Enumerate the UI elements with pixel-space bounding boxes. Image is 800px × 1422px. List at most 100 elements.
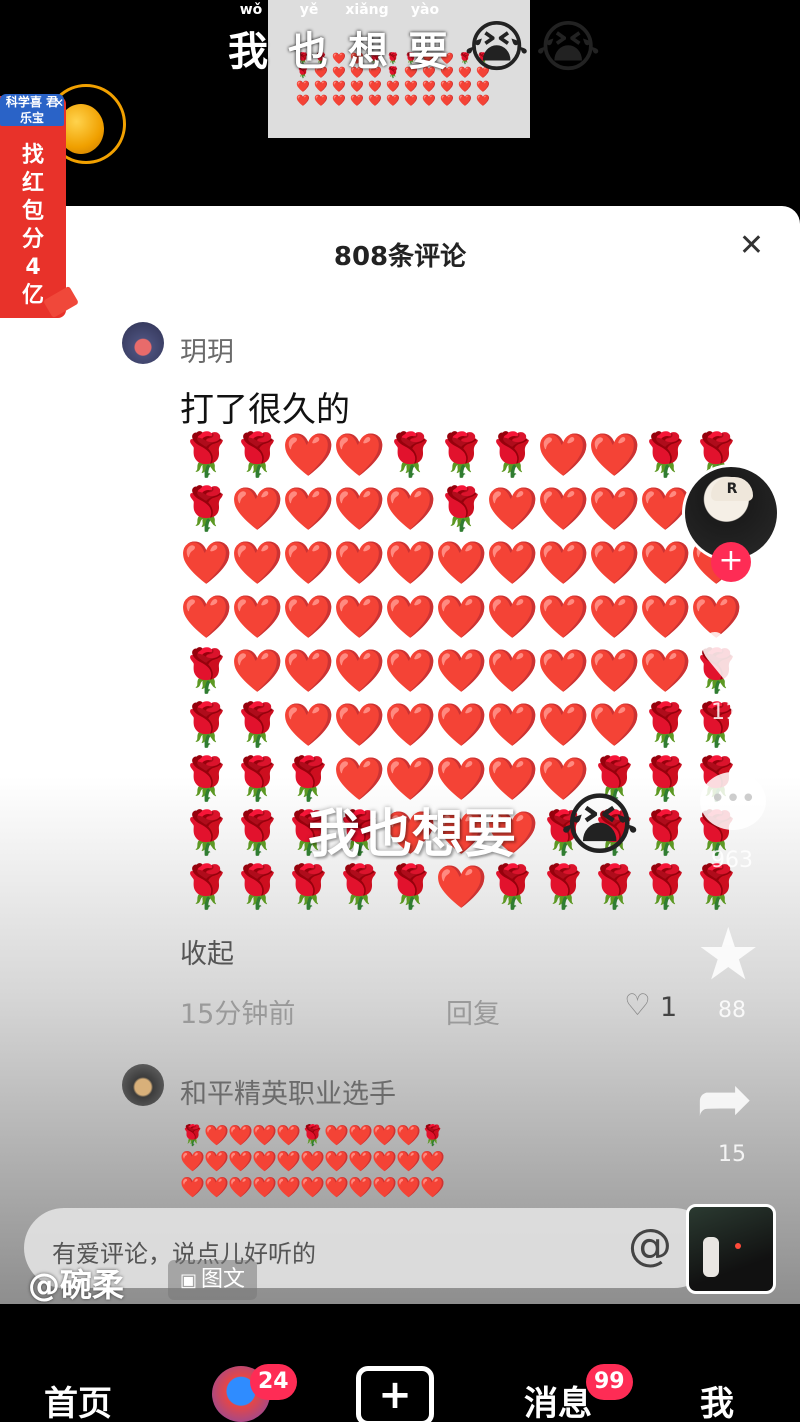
messages-badge: 99 [586,1364,633,1400]
red-packet-promo[interactable]: 科学喜 君乐宝 ✕ 找红包分4亿 [0,94,66,318]
heart-emoji: ❤️ [282,484,335,533]
rose-emoji: 🌹 [384,430,437,479]
heart-emoji: ❤️ [639,538,692,587]
heart-emoji: ❤️ [486,592,539,641]
rose-emoji: 🌹 [435,484,488,533]
heart-emoji: ❤️ [384,700,437,749]
rose-emoji: 🌹 [180,1123,205,1147]
heart-emoji: ❤️ [296,94,310,107]
heart-emoji: ❤️ [296,80,310,93]
heart-emoji: ❤️ [252,1123,277,1147]
heart-outline-icon[interactable]: ♡ [624,988,651,1023]
heart-emoji: ❤️ [348,1175,373,1198]
video-caption: 我也想要 [308,805,517,865]
heart-emoji: ❤️ [588,592,641,641]
heart-emoji: ❤️ [332,80,346,93]
rose-emoji: 🌹 [384,862,437,911]
pinyin-char: yào [410,2,440,18]
title-char: 要 [408,28,448,75]
heart-emoji: ❤️ [458,94,472,107]
heart-emoji: ❤️ [386,80,400,93]
heart-emoji: ❤️ [314,94,328,107]
promo-close-icon[interactable]: ✕ [54,96,64,110]
person-figure [703,1237,719,1277]
rose-emoji: 🌹 [180,862,233,911]
heart-emoji: ❤️ [204,1123,229,1147]
rose-emoji: 🌹 [231,754,284,803]
rose-emoji: 🌹 [231,430,284,479]
heart-emoji: ❤️ [435,862,488,911]
comment-timestamp: 15分钟前 [180,999,296,1030]
heart-emoji: ❤️ [440,80,454,93]
heart-emoji: ❤️ [180,538,233,587]
avatar[interactable] [122,1064,164,1106]
image-picker-thumbnail[interactable] [686,1204,776,1294]
heart-emoji: ❤️ [231,592,284,641]
heart-emoji: ❤️ [282,700,335,749]
close-icon[interactable]: ✕ [739,228,764,263]
heart-emoji: ❤️ [276,1149,301,1173]
comment-input[interactable]: 有爱评论，说点儿好听的 @ [24,1208,714,1288]
heart-emoji: ❤️ [252,1175,277,1198]
bottom-nav: 首页 24 + 消息 99 我 [0,1304,800,1422]
nav-messages[interactable]: 消息 [524,1376,592,1422]
cap-icon: R [711,477,753,501]
reply-button[interactable]: 回复 [446,992,500,1031]
nav-home[interactable]: 首页 [44,1376,112,1422]
author-name[interactable]: @碗柔 [28,1260,124,1306]
heart-emoji: ❤️ [372,1149,397,1173]
at-mention-icon[interactable]: @ [628,1220,672,1271]
rose-emoji: 🌹 [486,862,539,911]
rose-emoji: 🌹 [231,700,284,749]
heart-emoji: ❤️ [368,80,382,93]
video-title: 我 也 想 要 😭 😭 [218,18,601,78]
heart-emoji: ❤️ [396,1123,421,1147]
title-pinyin: wǒ yě xiǎng yào [222,2,454,18]
heart-emoji: ❤️ [252,1149,277,1173]
avatar[interactable] [122,322,164,364]
follow-button[interactable]: + [711,542,751,582]
create-post-button[interactable]: + [356,1366,434,1422]
heart-emoji: ❤️ [324,1123,349,1147]
comment-bubble-icon[interactable]: ••• [700,772,766,830]
favorite-count: 88 [718,998,746,1023]
comment-username[interactable]: 和平精英职业选手 [180,1072,396,1111]
heart-emoji: ❤️ [384,484,437,533]
promo-text: 找红包分4亿 [21,143,44,308]
heart-emoji: ❤️ [476,94,490,107]
share-arrow-icon[interactable]: ➦ [696,1064,753,1136]
collapse-button[interactable]: 收起 [180,932,234,971]
heart-emoji: ❤️ [486,646,539,695]
heart-emoji: ❤️ [588,700,641,749]
heart-emoji: ❤️ [228,1123,253,1147]
rose-emoji: 🌹 [639,862,692,911]
rose-emoji: 🌹 [300,1123,325,1147]
like-heart-icon[interactable]: ♥ [696,624,759,694]
video-background[interactable]: 🌹 🌹 ❤️ ❤️ 🌹 🌹 🌹 ❤️ ❤️ 🌹 🌹 🌹 ❤️ ❤️ ❤️ ❤️ 🌹 ❤️ ❤️ ❤️ ❤️ ❤️ ❤️ ❤️ ❤… [0,0,800,210]
heart-emoji: ❤️ [422,94,436,107]
rose-emoji: 🌹 [231,808,284,857]
heart-emoji: ❤️ [537,430,590,479]
heart-emoji: ❤️ [588,484,641,533]
heart-emoji: ❤️ [180,592,233,641]
heart-emoji: ❤️ [420,1149,444,1173]
pinyin-char: yě [299,2,319,18]
heart-emoji: ❤️ [231,484,284,533]
rose-emoji: 🌹 [180,700,233,749]
heart-emoji: ❤️ [231,538,284,587]
heart-emoji: ❤️ [204,1149,229,1173]
star-icon[interactable]: ★ [696,918,761,990]
heart-emoji: ❤️ [537,646,590,695]
heart-emoji: ❤️ [204,1175,229,1198]
heart-emoji: ❤️ [333,538,386,587]
comment-username[interactable]: 玥玥 [180,330,234,369]
pinyin-char: wǒ [239,2,263,18]
heart-emoji: ❤️ [486,538,539,587]
crying-emoji: 😭 [464,15,530,80]
rose-emoji: 🌹 [231,862,284,911]
rose-emoji: 🌹 [180,754,233,803]
heart-emoji: ❤️ [435,592,488,641]
nav-me[interactable]: 我 [700,1376,734,1422]
heart-emoji: ❤️ [333,646,386,695]
heart-emoji: ❤️ [350,80,364,93]
